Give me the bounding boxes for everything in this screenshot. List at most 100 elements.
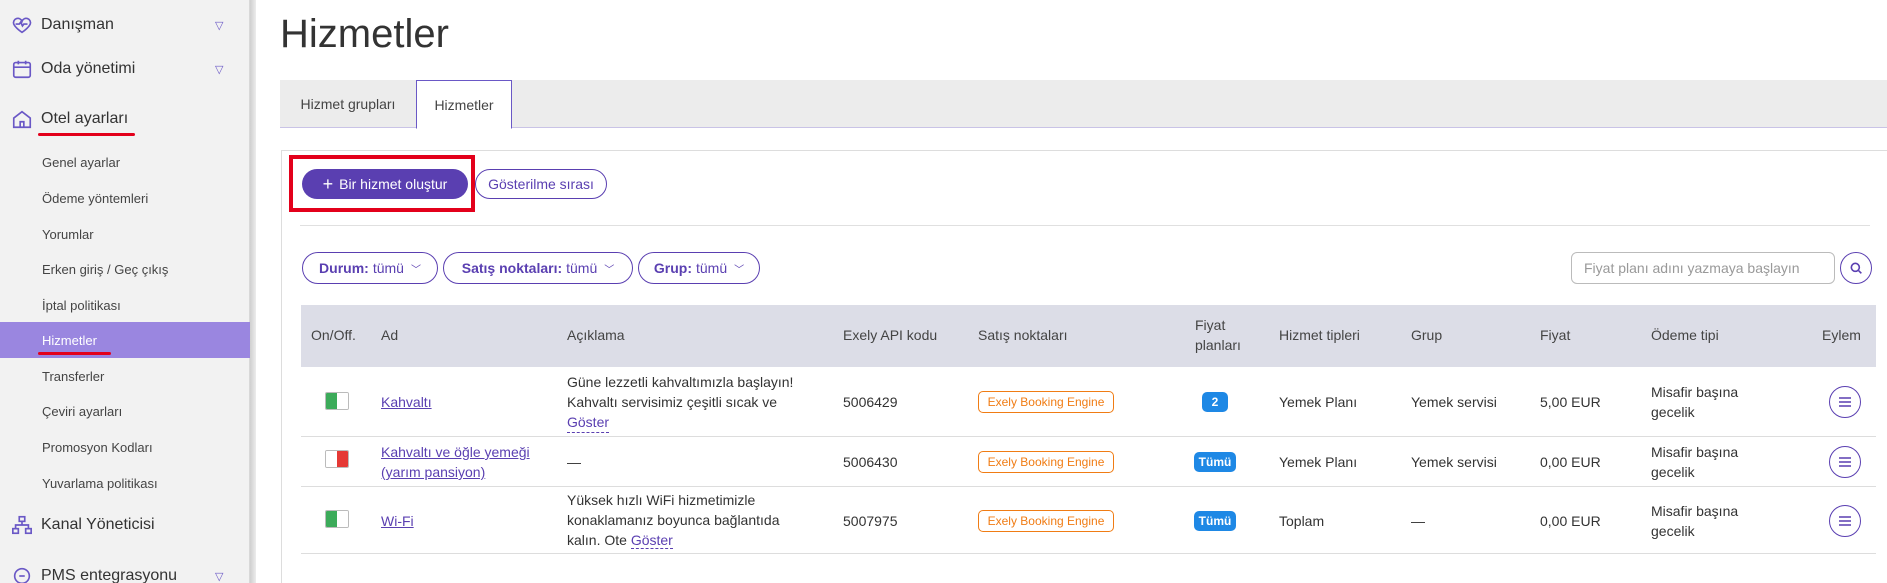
- col-name: Ad: [381, 327, 399, 343]
- sidebar-item-label: Kanal Yöneticisi: [41, 516, 155, 533]
- table-row: Wi-Fi Yüksek hızlı WiFi hizmetimizle kon…: [301, 487, 1876, 554]
- sidebar-divider: [250, 0, 256, 583]
- col-description: Açıklama: [567, 327, 625, 343]
- api-code: 5006429: [843, 394, 898, 410]
- status-toggle[interactable]: [325, 392, 349, 410]
- col-sales-points: Satış noktaları: [978, 327, 1068, 343]
- price-plans-badge[interactable]: 2: [1202, 392, 1228, 412]
- chevron-down-icon[interactable]: ▽: [215, 570, 223, 583]
- link-icon: [10, 564, 34, 583]
- create-service-label: Bir hizmet oluştur: [339, 176, 448, 192]
- service-name-link[interactable]: Kahvaltı ve öğle yemeği: [381, 444, 530, 460]
- payment-type-line: gecelik: [1651, 404, 1695, 420]
- sidebar-item-label: PMS entegrasyonu: [41, 567, 178, 583]
- plus-icon: +: [322, 174, 334, 194]
- service-name-link-cont[interactable]: (yarım pansiyon): [381, 464, 485, 480]
- filter-value: tümü: [566, 260, 598, 276]
- sidebar-sub-odeme-yontemleri[interactable]: Ödeme yöntemleri: [0, 180, 250, 216]
- network-icon: [10, 513, 34, 537]
- divider: [300, 225, 1870, 226]
- create-service-button[interactable]: + Bir hizmet oluştur: [302, 169, 468, 199]
- display-order-button[interactable]: Gösterilme sırası: [475, 169, 607, 199]
- sidebar-sub-promosyon-kodlari[interactable]: Promosyon Kodları: [0, 429, 250, 465]
- show-more-link[interactable]: Göster: [567, 412, 610, 433]
- tab-hizmet-gruplari[interactable]: Hizmet grupları: [280, 80, 416, 128]
- sidebar-item-kanal-yoneticisi[interactable]: Kanal Yöneticisi: [0, 500, 250, 550]
- service-name-link[interactable]: Kahvaltı: [381, 394, 432, 410]
- col-payment-type: Ödeme tipi: [1651, 327, 1719, 343]
- col-group: Grup: [1411, 327, 1443, 343]
- menu-icon: [1839, 457, 1851, 467]
- status-toggle[interactable]: [325, 510, 349, 528]
- sidebar-sub-ceviri-ayarlari[interactable]: Çeviri ayarları: [0, 393, 250, 429]
- service-type: Yemek Planı: [1279, 394, 1358, 410]
- description-line: Kahvaltı servisimiz çeşitli sıcak ve: [567, 394, 778, 410]
- price-value: 0,00 EUR: [1540, 513, 1601, 529]
- sidebar-sub-yuvarlama-politikasi[interactable]: Yuvarlama politikası: [0, 465, 250, 501]
- payment-type-line: Misafir başına: [1651, 503, 1739, 519]
- filter-sales-points[interactable]: Satış noktaları: tümü ﹀: [443, 252, 633, 284]
- filter-status[interactable]: Durum: tümü ﹀: [302, 252, 438, 284]
- search-button[interactable]: [1840, 252, 1872, 284]
- description-line: kalın. Ote Göster: [567, 532, 673, 549]
- filter-value: tümü: [695, 260, 728, 276]
- sales-point-tag: Exely Booking Engine: [978, 510, 1114, 532]
- group-value: Yemek servisi: [1411, 454, 1497, 470]
- chevron-down-icon[interactable]: ▽: [215, 63, 223, 76]
- search-input[interactable]: Fiyat planı adını yazmaya başlayın: [1571, 252, 1835, 284]
- group-value: —: [1411, 513, 1425, 529]
- service-type: Toplam: [1279, 513, 1325, 529]
- payment-type-line: Misafir başına: [1651, 444, 1739, 460]
- table-header: On/Off. Ad Açıklama Exely API kodu Satış…: [301, 305, 1876, 367]
- sidebar-sub-iptal-politikasi[interactable]: İptal politikası: [0, 287, 250, 323]
- payment-type-line: Misafir başına: [1651, 384, 1739, 400]
- sidebar-item-label: Otel ayarları: [41, 110, 129, 127]
- api-code: 5006430: [843, 454, 898, 470]
- price-plans-badge[interactable]: Tümü: [1194, 452, 1236, 472]
- row-action-button[interactable]: [1829, 505, 1861, 537]
- col-price-plans-2: planları: [1195, 337, 1241, 353]
- filter-name: Durum:: [319, 260, 369, 276]
- description-line: Güne lezzetli kahvaltımızla başlayın!: [567, 374, 794, 390]
- sidebar-sub-erken-giris[interactable]: Erken giriş / Geç çıkış: [0, 251, 250, 287]
- price-value: 5,00 EUR: [1540, 394, 1601, 410]
- payment-type-line: gecelik: [1651, 523, 1695, 539]
- tab-hizmetler[interactable]: Hizmetler: [416, 80, 512, 129]
- description-line: Yüksek hızlı WiFi hizmetimizle: [567, 492, 756, 508]
- filter-group[interactable]: Grup: tümü ﹀: [638, 252, 760, 284]
- sales-point-tag: Exely Booking Engine: [978, 391, 1114, 413]
- group-value: Yemek servisi: [1411, 394, 1497, 410]
- row-action-button[interactable]: [1829, 386, 1861, 418]
- payment-type-line: gecelik: [1651, 464, 1695, 480]
- service-name-link[interactable]: Wi-Fi: [381, 513, 414, 529]
- filter-name: Satış noktaları:: [461, 260, 563, 276]
- api-code: 5007975: [843, 513, 898, 529]
- status-toggle[interactable]: [325, 450, 349, 468]
- chevron-down-icon[interactable]: ▽: [215, 19, 223, 32]
- description-line: —: [567, 454, 581, 470]
- sidebar-sub-yorumlar[interactable]: Yorumlar: [0, 216, 250, 252]
- col-api-code: Exely API kodu: [843, 327, 938, 343]
- sidebar-item-oda-yonetimi[interactable]: Oda yönetimi ▽: [0, 44, 250, 94]
- page-title: Hizmetler: [280, 12, 449, 56]
- sidebar-item-danisman[interactable]: Danışman ▽: [0, 0, 250, 50]
- row-action-button[interactable]: [1829, 446, 1861, 478]
- description-line: konaklamanız boyunca bağlantıda: [567, 512, 780, 528]
- sidebar-item-otel-ayarlari[interactable]: Otel ayarları: [0, 94, 250, 144]
- col-price-plans-1: Fiyat: [1195, 317, 1226, 333]
- price-plans-badge[interactable]: Tümü: [1194, 511, 1236, 531]
- service-type: Yemek Planı: [1279, 454, 1358, 470]
- menu-icon: [1839, 397, 1851, 407]
- highlight-underline: [38, 352, 111, 355]
- sidebar-sub-genel-ayarlar[interactable]: Genel ayarlar: [0, 144, 250, 180]
- filter-value: tümü: [372, 260, 404, 276]
- calendar-icon: [10, 57, 34, 81]
- col-service-types: Hizmet tipleri: [1279, 327, 1360, 343]
- show-more-link[interactable]: Göster: [630, 532, 673, 549]
- col-price: Fiyat: [1540, 327, 1571, 343]
- chevron-down-icon: ﹀: [410, 264, 421, 276]
- sidebar-item-pms-entegrasyonu[interactable]: PMS entegrasyonu ▽: [0, 551, 250, 583]
- highlight-underline: [38, 133, 135, 136]
- tab-bar: Hizmet grupları Hizmetler: [280, 80, 1887, 129]
- sidebar-sub-transferler[interactable]: Transferler: [0, 358, 250, 394]
